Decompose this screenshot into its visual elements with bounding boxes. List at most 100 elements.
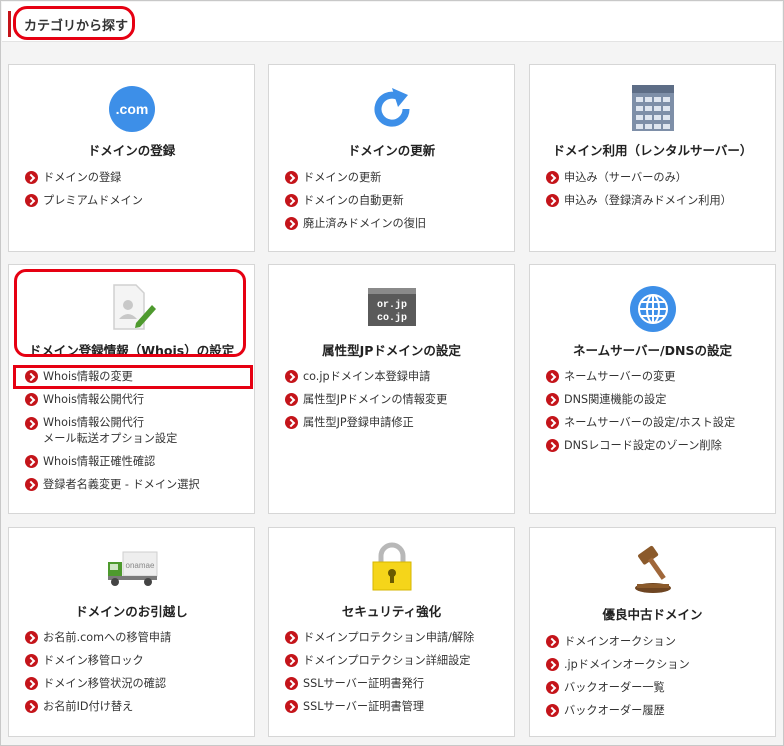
card-title[interactable]: ドメインの登録: [9, 140, 254, 159]
card-title[interactable]: ドメイン登録情報（Whois）の設定: [9, 340, 254, 359]
link-list: ドメインの登録 プレミアムドメイン: [25, 166, 248, 212]
link-registrant-change[interactable]: 登録者名義変更 - ドメイン選択: [25, 473, 248, 496]
card-whois: ドメイン登録情報（Whois）の設定 Whois情報の変更 Whois情報公開代…: [8, 264, 255, 514]
link-nameserver-change[interactable]: ネームサーバーの変更: [546, 365, 769, 388]
link-premium-domain[interactable]: プレミアムドメイン: [25, 189, 248, 212]
chevron-right-icon: [25, 700, 38, 713]
card-title[interactable]: 優良中古ドメイン: [530, 604, 775, 623]
link-list: Whois情報の変更 Whois情報公開代行 Whois情報公開代行 メール転送…: [25, 365, 248, 496]
page-title: カテゴリから探す: [24, 19, 129, 34]
card-jp-domain: or.jp co.jp 属性型JPドメインの設定 co.jpドメイン本登録申請 …: [268, 264, 515, 514]
card-title[interactable]: ドメインの更新: [269, 140, 514, 159]
link-server-only[interactable]: 申込み（サーバーのみ）: [546, 166, 769, 189]
globe-icon: [629, 286, 676, 332]
card-security: セキュリティ強化 ドメインプロテクション申請/解除 ドメインプロテクション詳細設…: [268, 527, 515, 737]
link-whois-proxy[interactable]: Whois情報公開代行: [25, 388, 248, 411]
chevron-right-icon: [546, 416, 559, 429]
link-domain-auction[interactable]: ドメインオークション: [546, 630, 769, 653]
chevron-right-icon: [25, 370, 38, 383]
chevron-right-icon: [25, 455, 38, 468]
link-jp-auction[interactable]: .jpドメインオークション: [546, 653, 769, 676]
moving-truck-icon: onamae: [107, 551, 157, 586]
link-list: ドメインの更新 ドメインの自動更新 廃止済みドメインの復旧: [285, 166, 508, 235]
link-domain-renew[interactable]: ドメインの更新: [285, 166, 508, 189]
link-restore-domain[interactable]: 廃止済みドメインの復旧: [285, 212, 508, 235]
truck-icon-text: onamae: [125, 561, 154, 570]
link-host-settings[interactable]: ネームサーバーの設定/ホスト設定: [546, 411, 769, 434]
link-list: ドメインオークション .jpドメインオークション バックオーダー一覧 バックオー…: [546, 630, 769, 722]
chevron-right-icon: [25, 171, 38, 184]
card-title[interactable]: セキュリティ強化: [269, 601, 514, 620]
card-title[interactable]: 属性型JPドメインの設定: [269, 340, 514, 359]
link-id-reassign[interactable]: お名前ID付け替え: [25, 695, 248, 718]
dotcom-icon: .com: [108, 86, 155, 132]
link-backorder-history[interactable]: バックオーダー履歴: [546, 699, 769, 722]
link-zone-delete[interactable]: DNSレコード設定のゾーン削除: [546, 434, 769, 457]
link-domain-register[interactable]: ドメインの登録: [25, 166, 248, 189]
chevron-right-icon: [25, 393, 38, 406]
card-title[interactable]: ドメインのお引越し: [9, 601, 254, 620]
chevron-right-icon: [546, 681, 559, 694]
chevron-right-icon: [285, 416, 298, 429]
link-transfer-status[interactable]: ドメイン移管状況の確認: [25, 672, 248, 695]
card-domain-transfer: onamae ドメインのお引越し お名前.comへの移管申請 ドメイン移管ロック…: [8, 527, 255, 737]
card-domain-renew: ドメインの更新 ドメインの更新 ドメインの自動更新 廃止済みドメインの復旧: [268, 64, 515, 252]
padlock-icon: [372, 542, 411, 591]
link-dns-settings[interactable]: DNS関連機能の設定: [546, 388, 769, 411]
auction-gavel-icon: [634, 545, 671, 593]
jp-domain-icon: or.jp co.jp: [367, 288, 416, 326]
link-cojp-register[interactable]: co.jpドメイン本登録申請: [285, 365, 508, 388]
link-transfer-lock[interactable]: ドメイン移管ロック: [25, 649, 248, 672]
chevron-right-icon: [546, 439, 559, 452]
chevron-right-icon: [285, 171, 298, 184]
link-whois-proxy-mail-forward[interactable]: Whois情報公開代行 メール転送オプション設定: [25, 411, 248, 450]
chevron-right-icon: [25, 194, 38, 207]
chevron-right-icon: [25, 417, 38, 430]
link-backorder-list[interactable]: バックオーダー一覧: [546, 676, 769, 699]
chevron-right-icon: [25, 654, 38, 667]
chevron-right-icon: [285, 194, 298, 207]
chevron-right-icon: [25, 677, 38, 690]
link-jp-info-change[interactable]: 属性型JPドメインの情報変更: [285, 388, 508, 411]
card-nameserver-dns: ネームサーバー/DNSの設定 ネームサーバーの変更 DNS関連機能の設定 ネーム…: [529, 264, 776, 514]
link-list: co.jpドメイン本登録申請 属性型JPドメインの情報変更 属性型JP登録申請修…: [285, 365, 508, 434]
jp-icon-line-1: or.jp: [376, 299, 406, 311]
header-accent-bar: [8, 11, 11, 37]
chevron-right-icon: [546, 370, 559, 383]
link-server-with-domain[interactable]: 申込み（登録済みドメイン利用）: [546, 189, 769, 212]
link-whois-accuracy[interactable]: Whois情報正確性確認: [25, 450, 248, 473]
link-ssl-manage[interactable]: SSLサーバー証明書管理: [285, 695, 508, 718]
link-protection-detail[interactable]: ドメインプロテクション詳細設定: [285, 649, 508, 672]
chevron-right-icon: [25, 478, 38, 491]
jp-icon-line-2: co.jp: [376, 312, 406, 324]
chevron-right-icon: [546, 393, 559, 406]
chevron-right-icon: [546, 171, 559, 184]
chevron-right-icon: [285, 217, 298, 230]
chevron-right-icon: [285, 370, 298, 383]
link-jp-application-fix[interactable]: 属性型JP登録申請修正: [285, 411, 508, 434]
chevron-right-icon: [285, 654, 298, 667]
link-ssl-issue[interactable]: SSLサーバー証明書発行: [285, 672, 508, 695]
link-whois-change[interactable]: Whois情報の変更: [25, 365, 248, 388]
chevron-right-icon: [285, 631, 298, 644]
chevron-right-icon: [546, 658, 559, 671]
server-icon: [631, 85, 674, 131]
chevron-right-icon: [285, 393, 298, 406]
document-edit-icon: [112, 284, 156, 330]
chevron-right-icon: [546, 704, 559, 717]
card-title[interactable]: ドメイン利用（レンタルサーバー）: [530, 140, 775, 159]
chevron-right-icon: [285, 700, 298, 713]
category-header: カテゴリから探す: [2, 2, 782, 42]
link-protection-toggle[interactable]: ドメインプロテクション申請/解除: [285, 626, 508, 649]
link-list: ドメインプロテクション申請/解除 ドメインプロテクション詳細設定 SSLサーバー…: [285, 626, 508, 718]
card-title[interactable]: ネームサーバー/DNSの設定: [530, 340, 775, 359]
link-transfer-request[interactable]: お名前.comへの移管申請: [25, 626, 248, 649]
refresh-icon: [374, 88, 410, 127]
card-rental-server: ドメイン利用（レンタルサーバー） 申込み（サーバーのみ） 申込み（登録済みドメイ…: [529, 64, 776, 252]
chevron-right-icon: [285, 677, 298, 690]
card-domain-register: .com ドメインの登録 ドメインの登録 プレミアムドメイン: [8, 64, 255, 252]
link-auto-renew[interactable]: ドメインの自動更新: [285, 189, 508, 212]
chevron-right-icon: [546, 194, 559, 207]
page-frame: カテゴリから探す .com ドメインの登録 ドメインの登録 プレミアムドメイン …: [0, 0, 784, 746]
link-list: ネームサーバーの変更 DNS関連機能の設定 ネームサーバーの設定/ホスト設定 D…: [546, 365, 769, 457]
